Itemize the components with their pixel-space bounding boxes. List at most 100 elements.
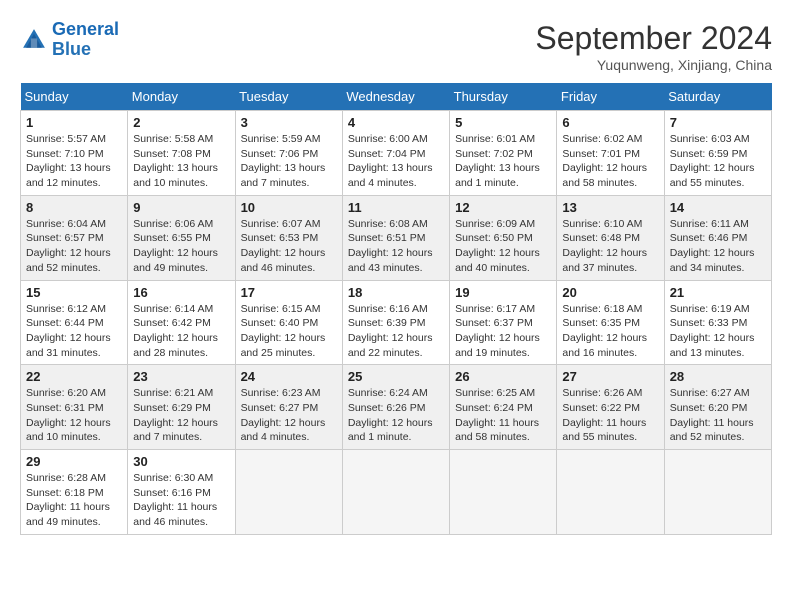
day-number: 16 (133, 285, 229, 300)
day-info: Sunrise: 6:03 AMSunset: 6:59 PMDaylight:… (670, 132, 766, 191)
day-number: 20 (562, 285, 658, 300)
calendar-cell: 15 Sunrise: 6:12 AMSunset: 6:44 PMDayligh… (21, 280, 128, 365)
day-info: Sunrise: 6:14 AMSunset: 6:42 PMDaylight:… (133, 302, 229, 361)
location: Yuqunweng, Xinjiang, China (535, 57, 772, 73)
calendar-cell: 21 Sunrise: 6:19 AMSunset: 6:33 PMDayligh… (664, 280, 771, 365)
day-info: Sunrise: 6:11 AMSunset: 6:46 PMDaylight:… (670, 217, 766, 276)
calendar-cell (450, 450, 557, 535)
day-header-thursday: Thursday (450, 83, 557, 111)
day-number: 8 (26, 200, 122, 215)
day-header-tuesday: Tuesday (235, 83, 342, 111)
calendar-cell: 25 Sunrise: 6:24 AMSunset: 6:26 PMDayligh… (342, 365, 449, 450)
calendar-cell: 12 Sunrise: 6:09 AMSunset: 6:50 PMDayligh… (450, 195, 557, 280)
week-row-4: 22 Sunrise: 6:20 AMSunset: 6:31 PMDayligh… (21, 365, 772, 450)
day-number: 11 (348, 200, 444, 215)
day-number: 17 (241, 285, 337, 300)
day-number: 18 (348, 285, 444, 300)
calendar-cell: 20 Sunrise: 6:18 AMSunset: 6:35 PMDayligh… (557, 280, 664, 365)
calendar-cell: 24 Sunrise: 6:23 AMSunset: 6:27 PMDayligh… (235, 365, 342, 450)
day-info: Sunrise: 6:06 AMSunset: 6:55 PMDaylight:… (133, 217, 229, 276)
day-info: Sunrise: 6:19 AMSunset: 6:33 PMDaylight:… (670, 302, 766, 361)
day-info: Sunrise: 6:20 AMSunset: 6:31 PMDaylight:… (26, 386, 122, 445)
day-number: 27 (562, 369, 658, 384)
calendar-cell: 30 Sunrise: 6:30 AMSunset: 6:16 PMDayligh… (128, 450, 235, 535)
calendar-cell: 16 Sunrise: 6:14 AMSunset: 6:42 PMDayligh… (128, 280, 235, 365)
day-info: Sunrise: 6:09 AMSunset: 6:50 PMDaylight:… (455, 217, 551, 276)
calendar-cell: 27 Sunrise: 6:26 AMSunset: 6:22 PMDayligh… (557, 365, 664, 450)
day-header-wednesday: Wednesday (342, 83, 449, 111)
day-header-monday: Monday (128, 83, 235, 111)
day-number: 30 (133, 454, 229, 469)
day-info: Sunrise: 6:17 AMSunset: 6:37 PMDaylight:… (455, 302, 551, 361)
day-number: 6 (562, 115, 658, 130)
day-header-saturday: Saturday (664, 83, 771, 111)
day-header-sunday: Sunday (21, 83, 128, 111)
day-info: Sunrise: 6:12 AMSunset: 6:44 PMDaylight:… (26, 302, 122, 361)
day-number: 12 (455, 200, 551, 215)
calendar-cell: 11 Sunrise: 6:08 AMSunset: 6:51 PMDayligh… (342, 195, 449, 280)
page-header: General Blue September 2024 Yuqunweng, X… (20, 20, 772, 73)
day-number: 24 (241, 369, 337, 384)
calendar-cell: 29Sunrise: 6:28 AMSunset: 6:18 PMDayligh… (21, 450, 128, 535)
header-row: SundayMondayTuesdayWednesdayThursdayFrid… (21, 83, 772, 111)
calendar-cell (235, 450, 342, 535)
day-header-friday: Friday (557, 83, 664, 111)
calendar-cell: 14 Sunrise: 6:11 AMSunset: 6:46 PMDayligh… (664, 195, 771, 280)
day-number: 19 (455, 285, 551, 300)
day-info: Sunrise: 6:01 AMSunset: 7:02 PMDaylight:… (455, 132, 551, 191)
day-number: 21 (670, 285, 766, 300)
day-number: 1 (26, 115, 122, 130)
day-number: 2 (133, 115, 229, 130)
calendar-cell: 10Sunrise: 6:07 AMSunset: 6:53 PMDayligh… (235, 195, 342, 280)
day-info: Sunrise: 6:30 AMSunset: 6:16 PMDaylight:… (133, 471, 229, 530)
day-number: 7 (670, 115, 766, 130)
calendar-cell: 2 Sunrise: 5:58 AMSunset: 7:08 PMDaylight… (128, 111, 235, 196)
week-row-2: 8 Sunrise: 6:04 AMSunset: 6:57 PMDaylight… (21, 195, 772, 280)
day-info: Sunrise: 5:59 AMSunset: 7:06 PMDaylight:… (241, 132, 337, 191)
calendar-cell: 6Sunrise: 6:02 AMSunset: 7:01 PMDaylight… (557, 111, 664, 196)
day-info: Sunrise: 6:24 AMSunset: 6:26 PMDaylight:… (348, 386, 444, 445)
day-info: Sunrise: 6:18 AMSunset: 6:35 PMDaylight:… (562, 302, 658, 361)
calendar-cell: 23 Sunrise: 6:21 AMSunset: 6:29 PMDayligh… (128, 365, 235, 450)
day-number: 23 (133, 369, 229, 384)
day-number: 14 (670, 200, 766, 215)
calendar-cell: 3Sunrise: 5:59 AMSunset: 7:06 PMDaylight… (235, 111, 342, 196)
day-info: Sunrise: 6:16 AMSunset: 6:39 PMDaylight:… (348, 302, 444, 361)
day-number: 13 (562, 200, 658, 215)
calendar-table: SundayMondayTuesdayWednesdayThursdayFrid… (20, 83, 772, 535)
calendar-cell: 28Sunrise: 6:27 AMSunset: 6:20 PMDayligh… (664, 365, 771, 450)
day-number: 22 (26, 369, 122, 384)
day-number: 26 (455, 369, 551, 384)
day-info: Sunrise: 6:28 AMSunset: 6:18 PMDaylight:… (26, 471, 122, 530)
logo-text: General Blue (52, 20, 119, 60)
day-info: Sunrise: 6:23 AMSunset: 6:27 PMDaylight:… (241, 386, 337, 445)
month-title: September 2024 (535, 20, 772, 57)
calendar-cell (664, 450, 771, 535)
calendar-cell: 17Sunrise: 6:15 AMSunset: 6:40 PMDayligh… (235, 280, 342, 365)
calendar-cell: 9Sunrise: 6:06 AMSunset: 6:55 PMDaylight… (128, 195, 235, 280)
week-row-1: 1 Sunrise: 5:57 AMSunset: 7:10 PMDaylight… (21, 111, 772, 196)
day-info: Sunrise: 5:58 AMSunset: 7:08 PMDaylight:… (133, 132, 229, 191)
day-number: 15 (26, 285, 122, 300)
calendar-cell (342, 450, 449, 535)
day-number: 25 (348, 369, 444, 384)
day-info: Sunrise: 6:08 AMSunset: 6:51 PMDaylight:… (348, 217, 444, 276)
day-info: Sunrise: 6:27 AMSunset: 6:20 PMDaylight:… (670, 386, 766, 445)
day-info: Sunrise: 5:57 AMSunset: 7:10 PMDaylight:… (26, 132, 122, 191)
week-row-3: 15 Sunrise: 6:12 AMSunset: 6:44 PMDayligh… (21, 280, 772, 365)
calendar-cell: 5Sunrise: 6:01 AMSunset: 7:02 PMDaylight… (450, 111, 557, 196)
week-row-5: 29Sunrise: 6:28 AMSunset: 6:18 PMDayligh… (21, 450, 772, 535)
day-info: Sunrise: 6:25 AMSunset: 6:24 PMDaylight:… (455, 386, 551, 445)
calendar-cell: 1 Sunrise: 5:57 AMSunset: 7:10 PMDaylight… (21, 111, 128, 196)
logo-icon (20, 26, 48, 54)
logo: General Blue (20, 20, 119, 60)
day-info: Sunrise: 6:04 AMSunset: 6:57 PMDaylight:… (26, 217, 122, 276)
calendar-cell: 18 Sunrise: 6:16 AMSunset: 6:39 PMDayligh… (342, 280, 449, 365)
day-info: Sunrise: 6:21 AMSunset: 6:29 PMDaylight:… (133, 386, 229, 445)
calendar-cell: 26 Sunrise: 6:25 AMSunset: 6:24 PMDayligh… (450, 365, 557, 450)
day-info: Sunrise: 6:07 AMSunset: 6:53 PMDaylight:… (241, 217, 337, 276)
title-block: September 2024 Yuqunweng, Xinjiang, Chin… (535, 20, 772, 73)
calendar-cell: 4Sunrise: 6:00 AMSunset: 7:04 PMDaylight… (342, 111, 449, 196)
calendar-cell (557, 450, 664, 535)
day-info: Sunrise: 6:26 AMSunset: 6:22 PMDaylight:… (562, 386, 658, 445)
